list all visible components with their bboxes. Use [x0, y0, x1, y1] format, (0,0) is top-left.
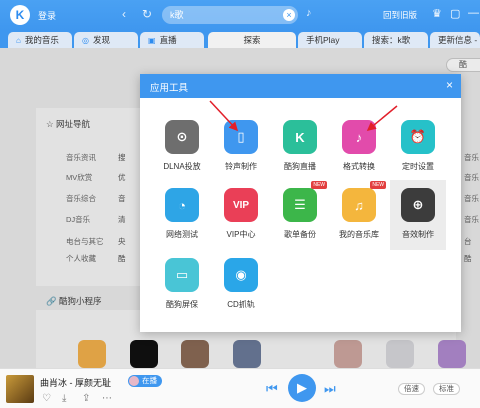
red-arrow-right	[366, 105, 398, 131]
album-cover[interactable]	[6, 375, 34, 403]
live-badge[interactable]: 在播	[128, 375, 162, 387]
play-button[interactable]: ▶	[288, 374, 316, 402]
download-icon[interactable]: ⤓	[62, 393, 66, 404]
player-bar: 曲肖冰 - 厚颜无耻 在播 ♡ ⤓ ⇪ ⋯ ⏮ ▶ ⏭ 倍速 标准	[0, 368, 480, 408]
heart-icon[interactable]: ♡	[42, 393, 51, 404]
previous-icon[interactable]: ⏮	[266, 381, 278, 397]
quality-button[interactable]: 标准	[433, 383, 460, 395]
next-icon[interactable]: ⏭	[324, 381, 336, 397]
more-icon[interactable]: ⋯	[102, 393, 112, 404]
song-title[interactable]: 曲肖冰 - 厚颜无耻	[40, 376, 111, 389]
share-icon[interactable]: ⇪	[82, 393, 90, 404]
play-icon: ▶	[297, 380, 307, 395]
avatar	[129, 376, 139, 386]
annotation-arrows	[209, 100, 398, 132]
speed-button[interactable]: 倍速	[398, 383, 425, 395]
red-arrow-left	[209, 100, 239, 132]
